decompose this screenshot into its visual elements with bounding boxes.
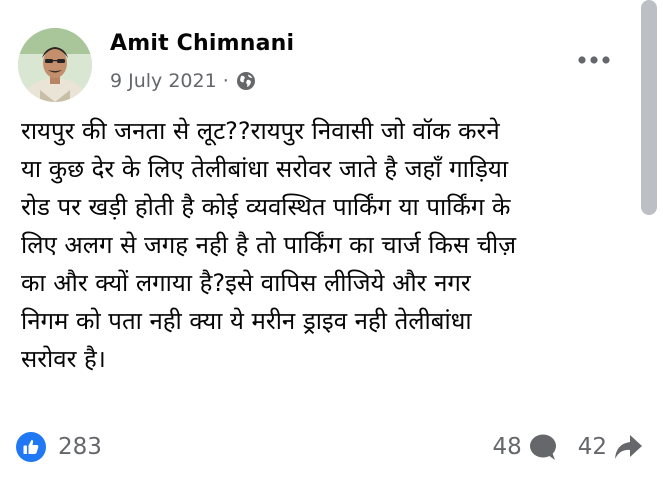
reactions-summary[interactable]: 283 <box>16 432 102 462</box>
post-text: रायपुर की जनता से लूट??रायपुर निवासी जो … <box>21 117 517 373</box>
meta-separator: · <box>222 70 229 92</box>
comments-stat[interactable]: 48 <box>492 432 557 462</box>
scrollbar-thumb[interactable] <box>641 0 657 215</box>
post-meta: 9 July 2021 · <box>110 70 256 92</box>
comment-count: 48 <box>492 434 522 460</box>
more-options-button[interactable] <box>574 42 614 78</box>
author-avatar[interactable] <box>18 28 92 102</box>
facebook-post: Amit Chimnani 9 July 2021 · रायपुर की जन… <box>0 0 663 482</box>
engagement-stats: 48 42 <box>492 432 643 462</box>
more-dots-icon <box>578 56 610 64</box>
share-count: 42 <box>577 434 607 460</box>
comment-bubble-icon <box>529 434 556 460</box>
share-arrow-icon <box>615 435 642 459</box>
globe-icon[interactable] <box>236 71 256 91</box>
shares-stat[interactable]: 42 <box>578 433 643 461</box>
reaction-count: 283 <box>58 434 102 460</box>
post-date[interactable]: 9 July 2021 <box>110 70 217 92</box>
like-icon <box>16 432 46 462</box>
author-name[interactable]: Amit Chimnani <box>110 31 294 56</box>
